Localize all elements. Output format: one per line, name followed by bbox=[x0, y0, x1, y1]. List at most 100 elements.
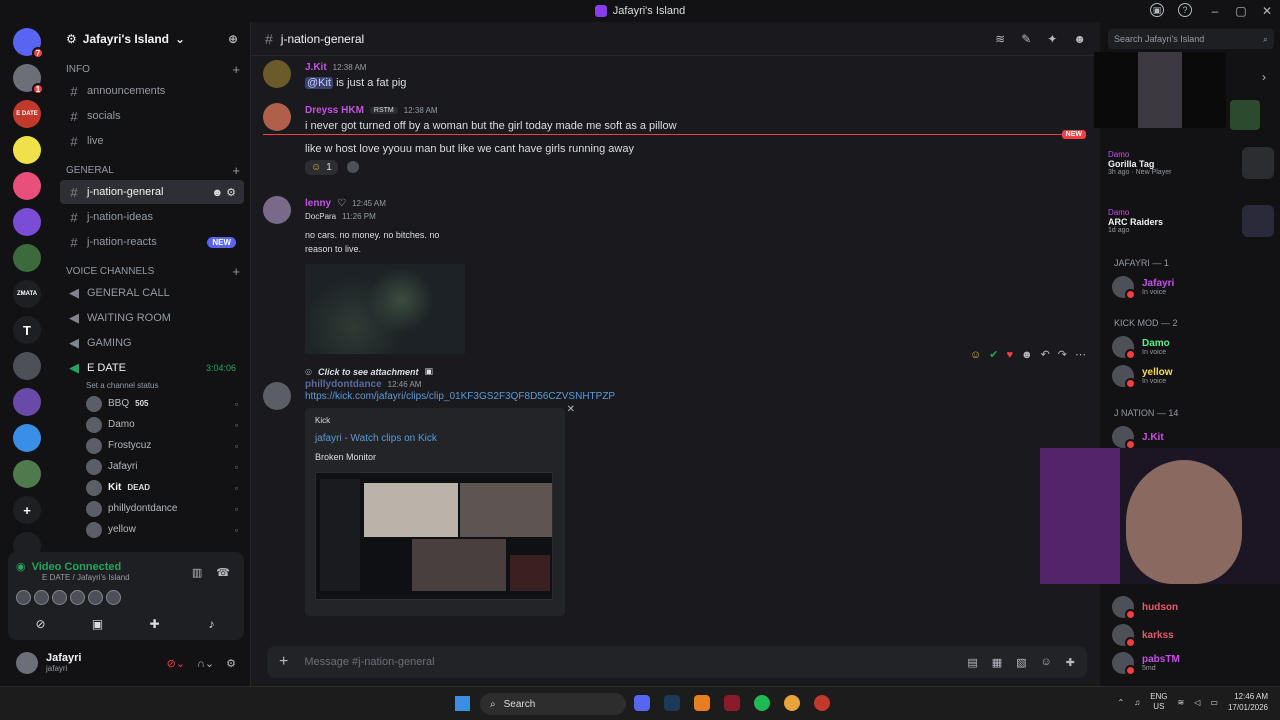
close-icon[interactable]: ✕ bbox=[567, 404, 575, 415]
channel-item[interactable]: ◀ WAITING ROOM bbox=[60, 306, 244, 330]
taskbar-search[interactable]: ⌕ Search bbox=[480, 693, 626, 715]
emoji-icon[interactable]: ☺ bbox=[1041, 656, 1052, 669]
avatar[interactable] bbox=[70, 590, 85, 605]
server-icon[interactable]: ZMATA bbox=[13, 280, 41, 308]
member-item[interactable]: pabsTM 5md bbox=[1112, 652, 1180, 676]
server-icon[interactable]: E DATE bbox=[13, 100, 41, 128]
server-icon[interactable] bbox=[13, 244, 41, 272]
chrome-app-icon[interactable] bbox=[784, 695, 800, 711]
inbox-icon[interactable]: ▣ bbox=[1150, 3, 1164, 17]
message-author[interactable]: J.Kit bbox=[305, 62, 327, 73]
chevron-right-icon[interactable]: › bbox=[1262, 70, 1266, 84]
language-indicator[interactable]: ENG US bbox=[1150, 692, 1167, 712]
avatar[interactable] bbox=[52, 590, 67, 605]
server-icon[interactable]: 7 bbox=[13, 28, 44, 59]
channel-item[interactable]: # live bbox=[60, 129, 244, 153]
channel-settings-icon[interactable]: ☻ ⚙ bbox=[212, 186, 237, 199]
camera-off-button[interactable]: ⊘ bbox=[16, 613, 65, 635]
activity-card[interactable]: Damo ARC Raiders 1d ago bbox=[1108, 198, 1274, 244]
add-channel-icon[interactable]: + bbox=[232, 62, 240, 77]
channel-status[interactable]: Set a channel status bbox=[86, 381, 250, 393]
user-panel[interactable]: Jafayri jafayri ⊘⌄ ∩⌄ ⚙ bbox=[8, 644, 244, 682]
activity-card[interactable]: Damo Gorilla Tag 3h ago · New Player bbox=[1108, 140, 1274, 186]
channel-item[interactable]: ◀ GENERAL CALL bbox=[60, 281, 244, 305]
category-info[interactable]: INFO + bbox=[54, 60, 250, 78]
heart-emoji-icon[interactable]: ♥ bbox=[1006, 349, 1013, 361]
voice-user[interactable]: phillydontdance ▫ bbox=[54, 498, 250, 519]
avatar[interactable] bbox=[263, 60, 291, 88]
voice-user[interactable]: BBQ 505 ▫ bbox=[54, 393, 250, 414]
voice-user[interactable]: Damo ▫ bbox=[54, 414, 250, 435]
steam-app-icon[interactable] bbox=[664, 695, 680, 711]
message[interactable]: J.Kit 12:38 AM @Kit is just a fat pig bbox=[263, 60, 406, 90]
avatar[interactable] bbox=[263, 196, 291, 224]
add-reaction-icon[interactable] bbox=[347, 160, 360, 173]
apps-icon[interactable]: ✚ bbox=[1066, 656, 1075, 669]
add-channel-icon[interactable]: + bbox=[232, 163, 240, 178]
category-general[interactable]: GENERAL + bbox=[54, 161, 250, 179]
screen-share-button[interactable]: ▣ bbox=[73, 613, 122, 635]
notification-icon[interactable]: ✎ bbox=[1021, 32, 1031, 46]
member-item[interactable]: karkss bbox=[1112, 624, 1174, 648]
settings-icon[interactable]: ⚙ bbox=[226, 657, 236, 670]
add-reaction-icon[interactable]: ☻ bbox=[1021, 349, 1033, 361]
server-icon[interactable] bbox=[13, 136, 41, 164]
message[interactable]: lenny ♡ 12:45 AM DocPara 11:26 PM no cars. … bbox=[263, 196, 465, 354]
reply-icon[interactable]: ↶ bbox=[1041, 348, 1050, 361]
member-item[interactable]: Jafayri In voice bbox=[1112, 276, 1174, 300]
clock[interactable]: 12:46 AM 17/01/2026 bbox=[1228, 691, 1268, 713]
message-input[interactable] bbox=[304, 656, 952, 668]
app-icon[interactable] bbox=[814, 695, 830, 711]
battery-icon[interactable]: ▭ bbox=[1210, 698, 1218, 707]
embed-provider[interactable]: Kick bbox=[315, 416, 555, 425]
voice-user[interactable]: Frostycuz ▫ bbox=[54, 435, 250, 456]
minimize-button[interactable]: – bbox=[1202, 4, 1228, 18]
voice-user[interactable]: Jafayri ▫ bbox=[54, 456, 250, 477]
app-icon[interactable] bbox=[694, 695, 710, 711]
message[interactable]: ◎ Click to see attachment ▣ phillydontdanc… bbox=[263, 366, 615, 616]
channel-item[interactable]: # j-nation-ideas bbox=[60, 205, 244, 229]
avatar[interactable] bbox=[263, 382, 291, 410]
server-icon[interactable]: + bbox=[13, 496, 41, 524]
member-item[interactable]: Damo In voice bbox=[1112, 336, 1170, 360]
windows-start-icon[interactable] bbox=[455, 696, 470, 711]
member-list-icon[interactable]: ☻ bbox=[1073, 32, 1086, 46]
channel-item[interactable]: # socials bbox=[60, 104, 244, 128]
spotify-app-icon[interactable] bbox=[754, 695, 770, 711]
mic-icon[interactable]: ♫ bbox=[1134, 698, 1140, 707]
server-icon[interactable]: T bbox=[13, 316, 41, 344]
voice-channel-live[interactable]: ◀ E DATE 3:04:06 bbox=[60, 356, 244, 380]
embed-title[interactable]: jafayri - Watch clips on Kick bbox=[315, 433, 555, 444]
member-item[interactable]: yellow In voice bbox=[1112, 365, 1173, 389]
gift-icon[interactable]: ▤ bbox=[967, 656, 977, 669]
channel-item[interactable]: ◀ GAMING bbox=[60, 331, 244, 355]
message-author[interactable]: lenny bbox=[305, 198, 331, 209]
add-channel-icon[interactable]: + bbox=[232, 264, 240, 279]
message-author[interactable]: Dreyss HKM bbox=[305, 105, 364, 116]
reply-label[interactable]: Click to see attachment bbox=[318, 367, 419, 377]
upload-icon[interactable]: + bbox=[279, 653, 288, 671]
help-icon[interactable]: ? bbox=[1178, 3, 1192, 17]
avatar[interactable] bbox=[263, 103, 291, 131]
avatar[interactable] bbox=[16, 590, 31, 605]
invite-icon[interactable]: ⊕ bbox=[228, 32, 238, 46]
laugh-emoji-icon[interactable]: ☺ bbox=[970, 349, 981, 361]
member-item[interactable]: hudson bbox=[1112, 596, 1178, 620]
channel-item[interactable]: # j-nation-reacts NEW bbox=[60, 230, 244, 254]
voice-user[interactable]: yellow ▫ bbox=[54, 519, 250, 540]
avatar[interactable] bbox=[106, 590, 121, 605]
avatar[interactable] bbox=[34, 590, 49, 605]
message-link[interactable]: https://kick.com/jafayri/clips/clip_01KF… bbox=[305, 391, 615, 402]
message[interactable]: Dreyss HKM RSTM 12:38 AM i never got turne… bbox=[263, 103, 677, 175]
server-icon[interactable] bbox=[13, 460, 41, 488]
wifi-icon[interactable]: ≋ bbox=[1178, 698, 1185, 707]
server-icon[interactable] bbox=[13, 172, 41, 200]
pin-icon[interactable]: ✦ bbox=[1047, 32, 1057, 46]
search-input[interactable] bbox=[1114, 34, 1263, 44]
forwarded-author[interactable]: DocPara bbox=[305, 212, 336, 221]
noise-icon[interactable]: ▥ bbox=[192, 566, 202, 579]
avatar[interactable] bbox=[16, 652, 38, 674]
soundboard-button[interactable]: ♪ bbox=[187, 613, 236, 635]
threads-icon[interactable]: ≋ bbox=[995, 32, 1005, 46]
voice-user[interactable]: Kit DEAD ▫ bbox=[54, 477, 250, 498]
